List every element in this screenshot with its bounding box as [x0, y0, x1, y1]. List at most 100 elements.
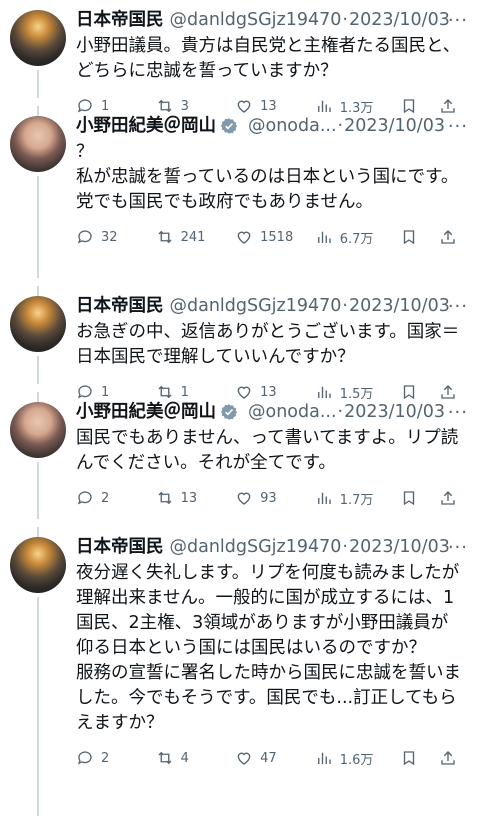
user-handle[interactable]: @onoda...: [248, 114, 337, 138]
tweet-date[interactable]: 2023/10/03: [349, 535, 450, 559]
like-icon: [237, 231, 251, 244]
separator-dot: ·: [337, 402, 344, 422]
reply-count: 32: [101, 229, 118, 245]
display-name[interactable]: 日本帝国民: [76, 294, 164, 318]
avatar[interactable]: [10, 537, 66, 593]
retweet-button[interactable]: 241: [156, 228, 236, 246]
view-count: 1.6万: [339, 752, 374, 768]
retweet-icon: [158, 751, 172, 765]
thread-connector: [37, 527, 39, 537]
more-icon[interactable]: ···: [448, 10, 468, 31]
avatar[interactable]: [10, 402, 66, 458]
views-icon: [317, 752, 331, 764]
verified-badge-icon: [220, 404, 238, 420]
tweet-header: 小野田紀美＠岡山 @onoda... · 2023/10/03: [76, 400, 468, 424]
tweet[interactable]: ··· 小野田紀美＠岡山 @onoda... · 2023/10/03 ？ 私が…: [0, 106, 480, 286]
like-count: 47: [260, 750, 277, 766]
like-count: 1518: [260, 229, 294, 245]
user-handle[interactable]: @danldgSGjz19470: [170, 294, 342, 318]
thread-connector: [37, 462, 39, 519]
share-icon: [441, 491, 455, 505]
more-icon[interactable]: ···: [448, 537, 468, 558]
retweet-button[interactable]: 13: [156, 489, 236, 507]
views-icon: [317, 492, 331, 504]
tweet-thread: ··· 日本帝国民 @danldgSGjz19470 · 2023/10/03 …: [0, 0, 480, 824]
tweet-text: お急ぎの中、返信ありがとうございます。国家＝ 日本国民で理解していいんですか？: [76, 322, 460, 367]
tweet[interactable]: ··· 小野田紀美＠岡山 @onoda... · 2023/10/03 国民でも…: [0, 392, 480, 527]
bookmark-icon: [403, 491, 415, 506]
tweet-header: 日本帝国民 @danldgSGjz19470 · 2023/10/03: [76, 294, 468, 318]
thread-connector: [37, 356, 39, 384]
views-button[interactable]: 1.7万: [315, 489, 400, 508]
action-bar: 32 241 1518 6.7万: [76, 221, 468, 253]
thread-connector: [37, 392, 39, 402]
user-handle[interactable]: @danldgSGjz19470: [170, 535, 342, 559]
retweet-count: 241: [180, 229, 206, 245]
separator-dot: ·: [337, 116, 344, 136]
share-button[interactable]: [439, 489, 468, 507]
display-name[interactable]: 日本帝国民: [76, 535, 164, 559]
display-name[interactable]: 小野田紀美＠岡山: [76, 400, 216, 424]
tweet-date[interactable]: 2023/10/03: [349, 294, 450, 318]
tweet-header: 日本帝国民 @danldgSGjz19470 · 2023/10/03: [76, 535, 468, 559]
views-icon: [317, 231, 331, 243]
bookmark-button[interactable]: [400, 489, 439, 507]
more-icon[interactable]: ···: [448, 116, 468, 137]
display-name[interactable]: 日本帝国民: [76, 8, 164, 32]
more-icon[interactable]: ···: [448, 296, 468, 317]
retweet-icon: [158, 491, 172, 505]
reply-icon: [77, 491, 92, 505]
tweet[interactable]: ··· 日本帝国民 @danldgSGjz19470 · 2023/10/03 …: [0, 0, 480, 116]
share-button[interactable]: [439, 228, 468, 246]
like-button[interactable]: 47: [235, 749, 315, 767]
more-icon[interactable]: ···: [448, 402, 468, 423]
separator-dot: ·: [342, 296, 348, 316]
share-button[interactable]: [439, 749, 468, 767]
reply-button[interactable]: 2: [76, 749, 156, 767]
action-bar: 2 4 47 1.6万: [76, 742, 468, 774]
share-icon: [441, 230, 455, 244]
thread-connector: [37, 176, 39, 278]
tweet-date[interactable]: 2023/10/03: [344, 114, 445, 138]
bookmark-button[interactable]: [400, 749, 439, 767]
avatar[interactable]: [10, 116, 66, 172]
like-button[interactable]: 1518: [235, 228, 315, 246]
reply-button[interactable]: 2: [76, 489, 156, 507]
like-button[interactable]: 93: [235, 489, 315, 507]
reply-count: 2: [101, 750, 110, 766]
reply-icon: [77, 751, 92, 765]
tweet-date[interactable]: 2023/10/03: [349, 8, 450, 32]
display-name[interactable]: 小野田紀美＠岡山: [76, 114, 216, 138]
retweet-button[interactable]: 4: [156, 749, 236, 767]
bookmark-icon: [403, 751, 415, 766]
thread-connector: [37, 106, 39, 116]
retweet-count: 13: [180, 490, 198, 506]
thread-connector: [37, 70, 39, 98]
user-handle[interactable]: @onoda...: [248, 400, 337, 424]
avatar[interactable]: [10, 10, 66, 66]
retweet-count: 4: [180, 750, 189, 766]
tweet[interactable]: ··· 日本帝国民 @danldgSGjz19470 · 2023/10/03 …: [0, 286, 480, 402]
tweet-header: 日本帝国民 @danldgSGjz19470 · 2023/10/03: [76, 8, 468, 32]
user-handle[interactable]: @danldgSGjz19470: [170, 8, 342, 32]
reply-button[interactable]: 32: [76, 228, 156, 246]
bookmark-button[interactable]: [400, 228, 439, 246]
reply-count: 2: [101, 490, 110, 506]
tweet-date[interactable]: 2023/10/03: [344, 400, 445, 424]
separator-dot: ·: [342, 10, 348, 30]
share-icon: [441, 751, 455, 765]
tweet-text: 国民でもありません、って書いてますよ。リプ読 んでください。それが全てです。: [76, 428, 459, 473]
separator-dot: ·: [342, 537, 348, 557]
like-icon: [237, 752, 251, 765]
reply-icon: [77, 230, 92, 244]
avatar[interactable]: [10, 296, 66, 352]
verified-badge-icon: [220, 118, 238, 134]
like-count: 93: [260, 490, 277, 506]
tweet-text: 小野田議員。貴方は自民党と主権者たる国民と、 どちらに忠誠を誓っていますか？: [76, 36, 461, 81]
views-button[interactable]: 6.7万: [315, 228, 400, 247]
views-button[interactable]: 1.6万: [315, 749, 400, 768]
tweet-text: 夜分遅く失礼します。リプを何度も読みましたが 理解出来ません。一般的に国が成立す…: [76, 563, 461, 733]
tweet[interactable]: ··· 日本帝国民 @danldgSGjz19470 · 2023/10/03 …: [0, 527, 480, 824]
retweet-icon: [158, 230, 172, 244]
tweet-text: ？ 私が忠誠を誓っているのは日本という国にです。 党でも国民でも政府でもありませ…: [76, 142, 459, 212]
